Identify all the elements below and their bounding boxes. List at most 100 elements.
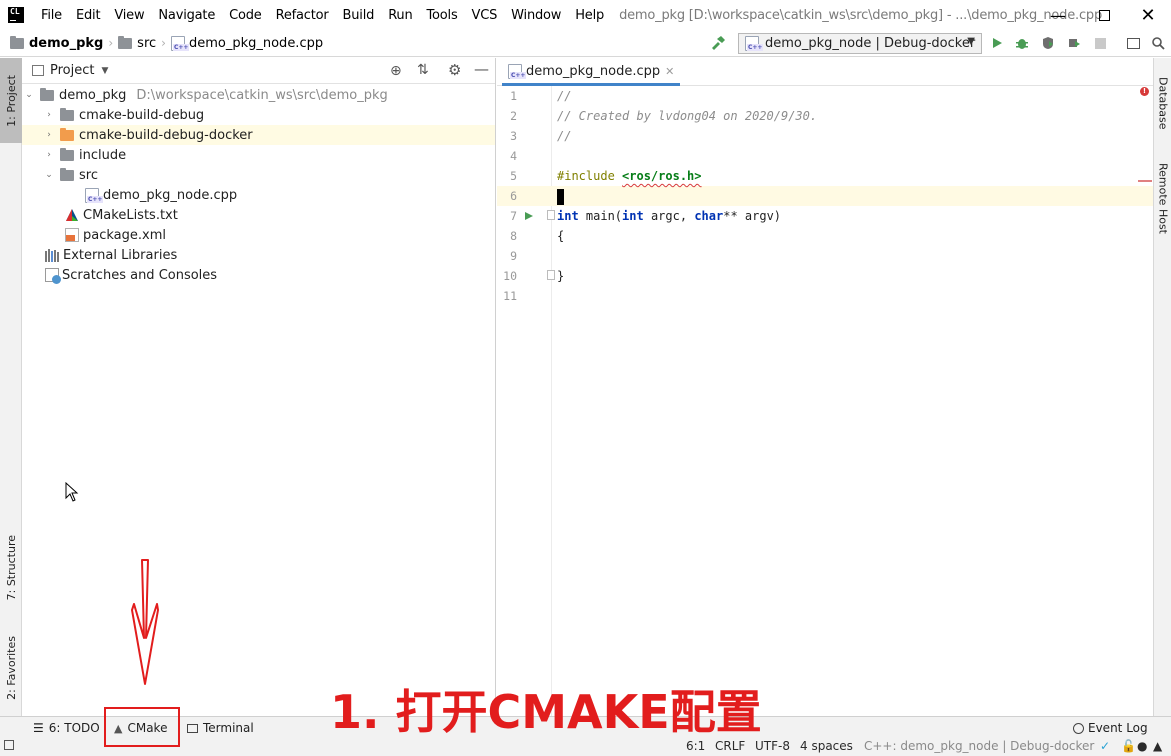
maximize-button[interactable] [1081,0,1127,30]
chevron-down-icon: ▼ [967,36,975,47]
menu-vcs[interactable]: VCS [465,8,505,23]
inspector-icon[interactable]: ● [1137,739,1147,753]
tool-tab-terminal[interactable]: Terminal [187,717,254,739]
terminal-icon [187,723,198,733]
menu-build[interactable]: Build [336,8,382,23]
tree-item-src[interactable]: ⌄ src [22,165,495,185]
code-line-8[interactable]: { [557,226,564,246]
menu-file[interactable]: File [34,8,69,23]
tree-item-demo-pkg[interactable]: ⌄ demo_pkg D:\workspace\catkin_ws\src\de… [22,85,495,105]
toggle-tool-windows-icon[interactable] [4,739,14,753]
menu-refactor[interactable]: Refactor [269,8,336,23]
menu-help[interactable]: Help [568,8,611,23]
run-gutter-icon[interactable] [524,211,534,221]
fold-icon[interactable] [547,210,555,220]
inspection-check-icon[interactable]: ✓ [1100,739,1110,753]
folder-icon [40,87,54,101]
tree-item-package-xml[interactable]: package.xml [22,225,495,245]
profiler-icon [1069,39,1080,47]
tool-tab-favorites[interactable]: 2: Favorites [0,623,22,713]
tree-item-include[interactable]: › include [22,145,495,165]
navigation-bar: demo_pkg › src › demo_pkg_node.cpp demo_… [0,30,1171,57]
menu-bar: CL File Edit View Navigate Code Refactor… [0,0,1171,30]
folder-icon [60,147,74,161]
tool-tab-event-log[interactable]: Event Log [1073,717,1148,739]
menu-run[interactable]: Run [381,8,419,23]
memory-indicator-icon[interactable]: ▲ [1153,739,1162,753]
close-tab-icon[interactable]: ✕ [665,65,674,78]
search-everywhere-button[interactable] [1150,35,1166,51]
folder-icon [118,35,133,49]
list-icon: ☰ [33,721,44,735]
line-number: 5 [510,169,517,183]
breadcrumb-separator: › [108,36,114,50]
tree-item-scratches-and-consoles[interactable]: Scratches and Consoles [22,265,495,285]
run-button[interactable] [989,35,1005,51]
project-panel-header: Project ▼ ⊕ ⇅ ⚙ — [22,58,495,84]
window-layout-icon [1126,37,1140,49]
close-icon: ✕ [1140,4,1156,26]
window-title: demo_pkg [D:\workspace\catkin_ws\src\dem… [619,7,1102,23]
project-view-selector[interactable]: Project [50,63,94,78]
error-indicator-icon[interactable]: ! [1140,87,1149,96]
menu-tools[interactable]: Tools [420,8,465,23]
code-line-10[interactable]: } [557,266,564,286]
tool-tab-database[interactable]: Database [1154,63,1171,143]
chevron-down-icon[interactable]: ⌄ [23,90,35,100]
menu-view[interactable]: View [107,8,151,23]
collapse-all-icon[interactable]: ⇅ [417,62,429,78]
tool-tab-project[interactable]: 1: Project [0,58,22,143]
code-line-3[interactable]: // [557,126,571,146]
error-stripe-marker[interactable] [1138,180,1152,182]
menu-code[interactable]: Code [222,8,268,23]
tree-item-external-libraries[interactable]: External Libraries [22,245,495,265]
lock-icon[interactable]: 🔓 [1121,739,1136,753]
editor-tab-bar: demo_pkg_node.cpp ✕ [497,58,1153,86]
code-line-1[interactable]: // [557,86,571,106]
project-structure-button[interactable] [1125,35,1141,51]
cmake-icon [66,209,78,221]
fold-icon[interactable] [547,270,555,280]
code-line-2[interactable]: // Created by lvdong04 on 2020/9/30. [557,106,817,126]
profiler-button[interactable] [1066,35,1082,51]
chevron-down-icon[interactable]: ⌄ [43,170,55,180]
tree-item-cmakelists[interactable]: CMakeLists.txt [22,205,495,225]
tool-tab-structure[interactable]: 7: Structure [0,523,22,613]
run-configuration-select[interactable]: demo_pkg_node | Debug-docker ▼ [738,33,982,54]
chevron-down-icon[interactable]: ▼ [101,66,108,76]
stop-button[interactable] [1092,35,1108,51]
menu-navigate[interactable]: Navigate [151,8,222,23]
resolve-context[interactable]: C++: demo_pkg_node | Debug-docker [864,739,1094,753]
folder-icon [10,35,24,49]
breadcrumb-project[interactable]: demo_pkg [10,35,103,51]
tool-tab-todo[interactable]: ☰ 6: TODO [33,717,100,739]
gear-icon[interactable]: ⚙ [448,61,461,79]
menu-window[interactable]: Window [504,8,568,23]
close-window-button[interactable]: ✕ [1125,0,1171,30]
locate-file-icon[interactable]: ⊕ [390,63,402,79]
debug-button[interactable] [1014,35,1030,51]
editor-tab-demo-pkg-node-cpp[interactable]: demo_pkg_node.cpp ✕ [502,60,681,86]
minimize-button[interactable]: — [1035,0,1081,30]
tree-item-demo-pkg-node-cpp[interactable]: demo_pkg_node.cpp [22,185,495,205]
breadcrumb-file[interactable]: demo_pkg_node.cpp [170,35,323,51]
shield-icon [1043,37,1053,49]
tree-item-cmake-build-debug-docker[interactable]: › cmake-build-debug-docker [22,125,495,145]
tool-tab-remote-host[interactable]: Remote Host [1154,153,1171,243]
hide-panel-icon[interactable]: — [474,60,489,78]
code-line-5[interactable]: #include <ros/ros.h> [557,166,702,186]
line-number: 3 [510,129,517,143]
chevron-right-icon[interactable]: › [43,130,55,140]
chevron-right-icon[interactable]: › [43,110,55,120]
code-line-6[interactable] [557,186,564,206]
run-with-coverage-button[interactable] [1040,35,1056,51]
line-number: 6 [497,186,552,206]
menu-edit[interactable]: Edit [69,8,107,23]
tree-item-cmake-build-debug[interactable]: › cmake-build-debug [22,105,495,125]
breadcrumb-folder[interactable]: src [118,35,156,51]
indent-setting[interactable]: 4 spaces [800,739,853,753]
chevron-right-icon[interactable]: › [43,150,55,160]
code-line-7[interactable]: int main(int argc, char** argv) [557,206,781,226]
build-hammer-icon[interactable] [710,35,726,51]
search-icon [1152,37,1165,50]
